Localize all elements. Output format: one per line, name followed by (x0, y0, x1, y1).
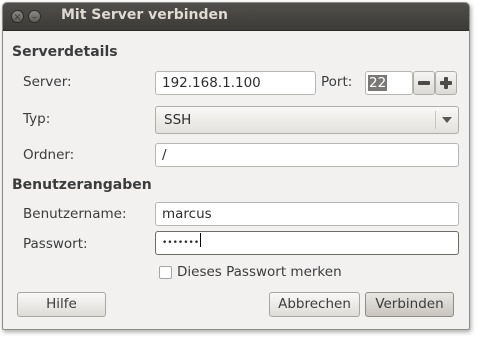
remember-password-checkbox[interactable] (159, 266, 172, 279)
port-decrement-button[interactable] (413, 71, 435, 95)
port-input[interactable]: 22 (365, 71, 413, 95)
port-value: 22 (368, 75, 388, 91)
server-input[interactable]: 192.168.1.100 (155, 71, 316, 95)
type-selected-value: SSH (164, 112, 192, 128)
text-cursor (200, 233, 202, 247)
port-label: Port: (321, 74, 353, 90)
help-button[interactable]: Hilfe (17, 292, 106, 317)
password-value: ••••••• (162, 238, 200, 248)
title-bar: × – Mit Server verbinden (3, 3, 469, 31)
folder-label: Ordner: (23, 147, 75, 163)
minimize-icon[interactable]: – (28, 10, 41, 23)
username-label: Benutzername: (23, 206, 127, 222)
folder-input[interactable]: / (155, 143, 459, 167)
port-increment-button[interactable] (435, 71, 457, 95)
username-input[interactable]: marcus (155, 202, 459, 226)
minus-icon (418, 81, 430, 85)
remember-password-label[interactable]: Dieses Passwort merken (177, 264, 342, 280)
server-label: Server: (23, 74, 72, 90)
connect-button[interactable]: Verbinden (365, 292, 454, 317)
connect-to-server-dialog: × – Mit Server verbinden Serverdetails S… (2, 2, 470, 330)
cancel-button[interactable]: Abbrechen (269, 292, 360, 317)
window-title: Mit Server verbinden (61, 7, 228, 23)
combo-divider (435, 111, 436, 129)
password-input[interactable]: ••••••• (155, 231, 459, 255)
type-select[interactable]: SSH (155, 106, 459, 134)
chevron-down-icon (442, 117, 452, 123)
user-details-heading: Benutzerangaben (12, 177, 152, 193)
type-label: Typ: (23, 111, 51, 127)
password-label: Passwort: (23, 236, 88, 252)
close-icon[interactable]: × (11, 10, 24, 23)
server-details-heading: Serverdetails (12, 44, 118, 60)
plus-icon-vertical (444, 77, 448, 89)
